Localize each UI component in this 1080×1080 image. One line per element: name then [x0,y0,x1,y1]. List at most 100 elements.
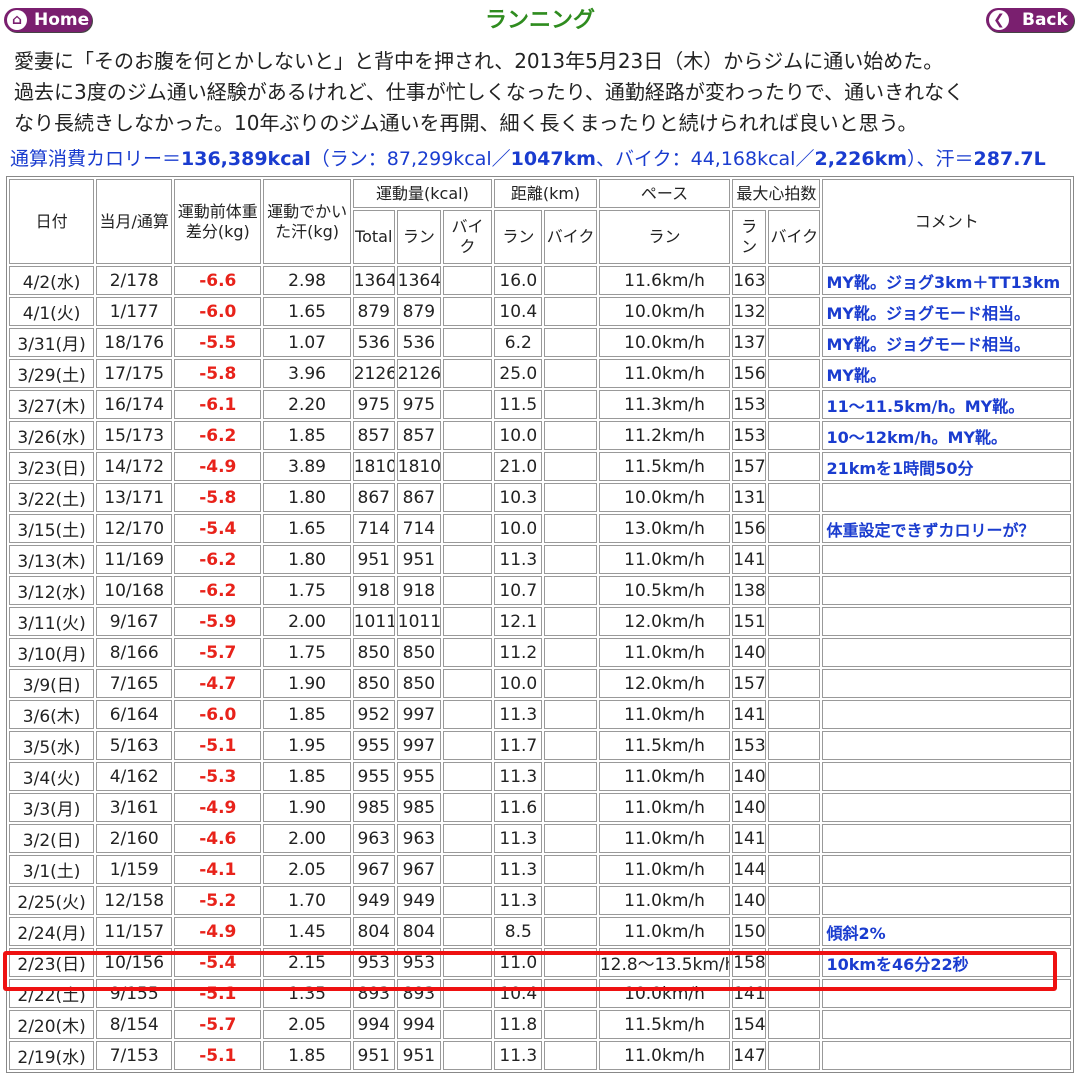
cell-kcal-run: 1011 [396,607,441,636]
cell-weight-diff: -5.8 [174,359,262,388]
cell-distance-run: 11.3 [494,824,543,853]
cell-hr-bike [768,731,821,760]
header-heart-rate-group: 最大心拍数 [732,179,821,208]
cell-count: 8/154 [96,1010,173,1039]
cell-count: 9/167 [96,607,173,636]
cell-weight-diff: -5.1 [174,1041,262,1070]
cell-kcal-total: 949 [352,886,395,915]
cell-hr-bike [768,452,821,481]
cell-distance-run: 11.5 [494,390,543,419]
cell-comment [822,979,1071,1008]
cell-kcal-run: 536 [396,328,441,357]
cell-kcal-bike [442,607,493,636]
cell-date: 2/19(水) [9,1041,95,1070]
cell-comment [822,669,1071,698]
cell-kcal-bike [442,762,493,791]
cell-kcal-run: 850 [396,669,441,698]
cell-kcal-bike [442,359,493,388]
cell-kcal-run: 1810 [396,452,441,481]
table-row: 3/12(水) 10/168 -6.2 1.75 918 918 10.7 10.5km/h 1… [9,576,1071,605]
back-button[interactable]: ❮ Back [986,8,1074,32]
cell-count: 4/162 [96,762,173,791]
cell-hr-run: 137 [732,328,767,357]
cell-comment [822,576,1071,605]
cell-count: 2/178 [96,266,173,295]
cell-count: 1/159 [96,855,173,884]
intro-text: 愛妻に「そのお腹を何とかしないと」と背中を押され、2013年5月23日（木）から… [14,46,1074,139]
cell-kcal-bike [442,824,493,853]
cell-distance-run: 11.3 [494,545,543,574]
cell-distance-bike [544,545,597,574]
cell-sweat: 1.75 [263,638,351,667]
cell-sweat: 1.95 [263,731,351,760]
running-log-table: 日付 当月/通算 運動前体重差分(kg) 運動でかいた汗(kg) 運動量(kca… [6,176,1074,1073]
subheader-kcal-bike: バイク [442,210,493,264]
cell-distance-bike [544,824,597,853]
cell-comment [822,762,1071,791]
subheader-hr-bike: バイク [768,210,821,264]
cell-sweat: 2.98 [263,266,351,295]
summary-bike-km: 2,226km [814,148,908,170]
cell-comment: 体重設定できずカロリーが？ [822,514,1071,543]
cell-date: 4/2(水) [9,266,95,295]
cell-kcal-total: 867 [352,483,395,512]
cell-distance-run: 25.0 [494,359,543,388]
cell-count: 18/176 [96,328,173,357]
cell-distance-bike [544,979,597,1008]
cell-weight-diff: -5.1 [174,731,262,760]
cell-distance-run: 11.6 [494,793,543,822]
cell-kcal-total: 2126 [352,359,395,388]
cell-distance-bike [544,421,597,450]
cell-distance-run: 10.7 [494,576,543,605]
cell-kcal-bike [442,700,493,729]
header-date: 日付 [9,179,95,264]
cell-distance-run: 10.3 [494,483,543,512]
cell-pace: 11.2km/h [598,421,731,450]
cell-date: 3/11(火) [9,607,95,636]
cell-date: 3/12(水) [9,576,95,605]
cell-weight-diff: -6.0 [174,297,262,326]
cell-comment [822,638,1071,667]
cell-distance-bike [544,948,597,977]
cell-kcal-total: 953 [352,948,395,977]
cell-hr-bike [768,824,821,853]
cell-distance-bike [544,855,597,884]
cell-hr-run: 156 [732,359,767,388]
table-row: 2/23(日) 10/156 -5.4 2.15 953 953 11.0 12.8～13.5… [9,948,1071,977]
cell-sweat: 1.80 [263,545,351,574]
cell-hr-bike [768,855,821,884]
cell-distance-run: 6.2 [494,328,543,357]
subheader-pace-run: ラン [598,210,731,264]
cell-hr-bike [768,638,821,667]
cell-kcal-run: 867 [396,483,441,512]
cell-date: 3/4(火) [9,762,95,791]
cell-hr-bike [768,917,821,946]
summary-total: 136,389kcal [181,148,311,170]
cell-weight-diff: -6.2 [174,545,262,574]
cell-pace: 12.0km/h [598,607,731,636]
cell-hr-bike [768,514,821,543]
table-row: 3/22(土) 13/171 -5.8 1.80 867 867 10.3 10.0km/h 1… [9,483,1071,512]
cell-distance-run: 11.7 [494,731,543,760]
cell-date: 3/27(木) [9,390,95,419]
cell-count: 5/163 [96,731,173,760]
intro-line: なり長続きしなかった。10年ぶりのジム通いを再開、細く長くまったりと続けられれば… [14,111,918,135]
cell-kcal-bike [442,452,493,481]
cell-distance-run: 16.0 [494,266,543,295]
cell-hr-run: 153 [732,731,767,760]
cell-count: 10/156 [96,948,173,977]
cell-pace: 13.0km/h [598,514,731,543]
subheader-distance-run: ラン [494,210,543,264]
cell-date: 3/31(月) [9,328,95,357]
cell-pace: 11.5km/h [598,1010,731,1039]
cell-kcal-bike [442,793,493,822]
cell-hr-run: 140 [732,793,767,822]
cell-hr-bike [768,390,821,419]
table-row: 3/13(木) 11/169 -6.2 1.80 951 951 11.3 11.0km/h 1… [9,545,1071,574]
cell-hr-run: 144 [732,855,767,884]
header-weight-diff: 運動前体重差分(kg) [174,179,262,264]
cell-kcal-bike [442,886,493,915]
cell-date: 2/22(土) [9,979,95,1008]
cell-weight-diff: -6.0 [174,700,262,729]
cell-date: 3/15(土) [9,514,95,543]
